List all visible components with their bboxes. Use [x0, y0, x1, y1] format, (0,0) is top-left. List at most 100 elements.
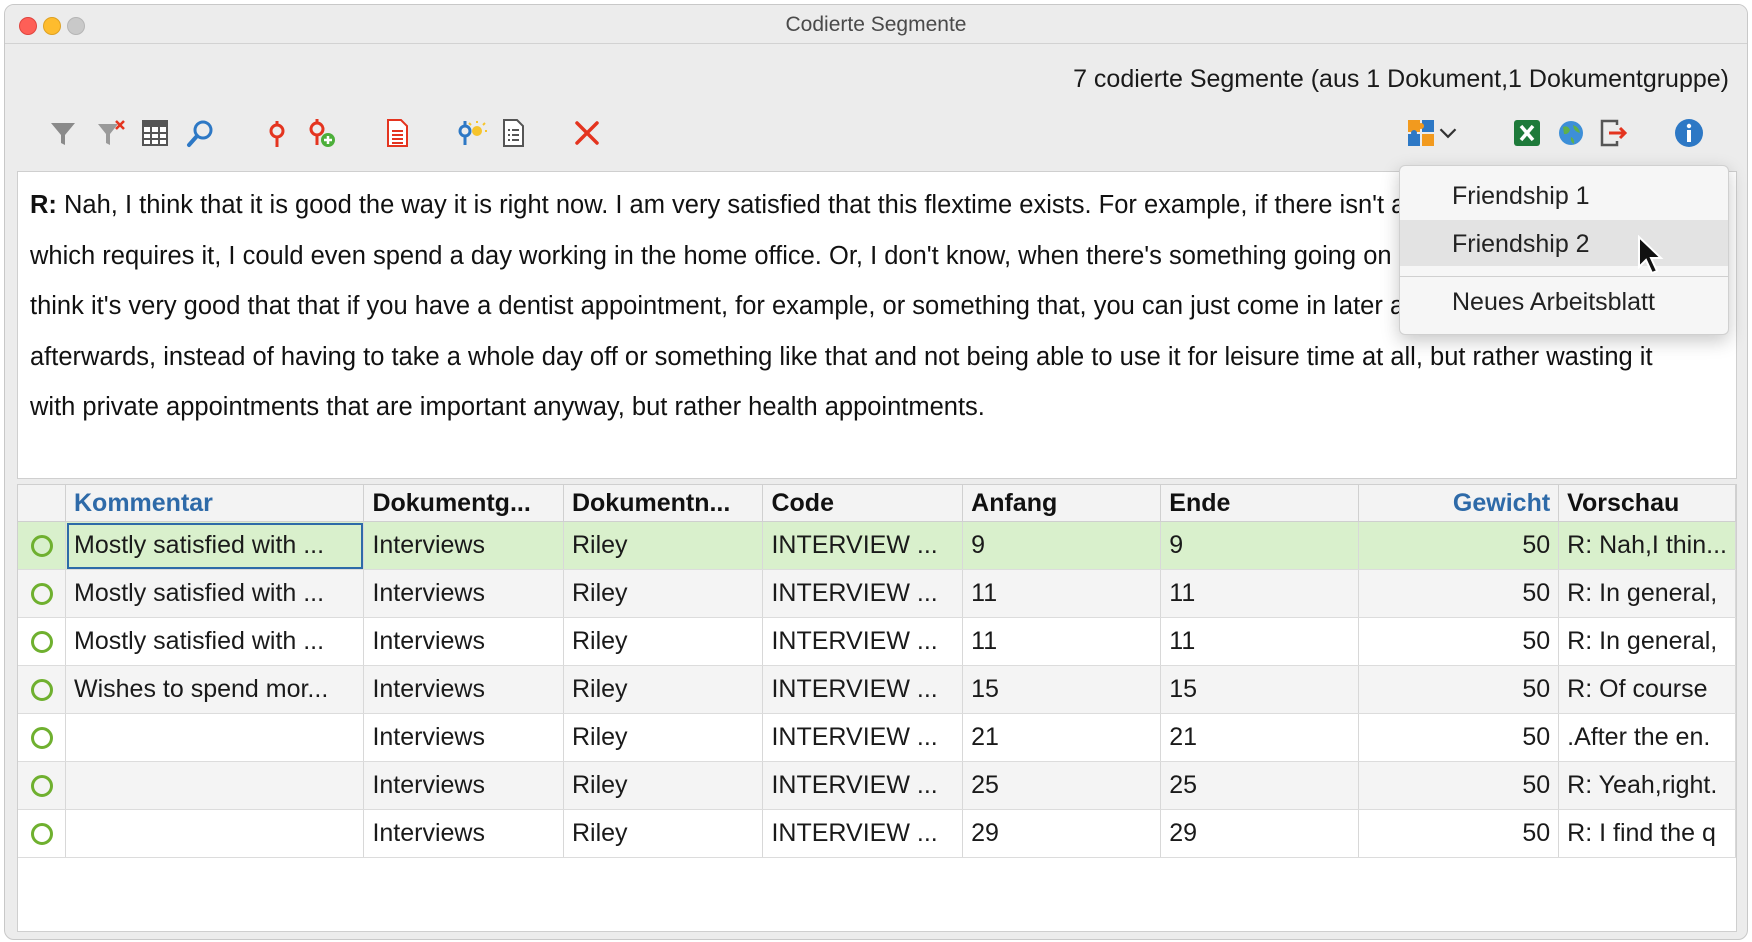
cell-document-group[interactable]: Interviews [363, 569, 564, 618]
table-row[interactable]: Interviews Riley INTERVIEW ... 25 25 50 R: Yea… [18, 761, 1736, 810]
cell-ende[interactable]: 25 [1160, 761, 1359, 810]
clear-filter-icon[interactable] [91, 113, 131, 153]
cell-gewicht[interactable]: 50 [1358, 713, 1560, 762]
cell-gewicht[interactable]: 50 [1358, 521, 1560, 570]
cell-vorschau[interactable]: R: Of course [1558, 665, 1736, 714]
column-header-kommentar[interactable]: Kommentar [65, 485, 365, 522]
table-row[interactable]: Interviews Riley INTERVIEW ... 29 29 50 R: I f… [18, 809, 1736, 858]
cell-kommentar[interactable] [65, 713, 365, 762]
menu-item-friendship-2[interactable]: Friendship 2 [1400, 220, 1728, 266]
cell-code[interactable]: INTERVIEW ... [762, 617, 964, 666]
cell-document-group[interactable]: Interviews [363, 617, 564, 666]
search-icon[interactable] [181, 113, 221, 153]
cell-document-name[interactable]: Riley [563, 761, 764, 810]
cell-ende[interactable]: 11 [1160, 617, 1359, 666]
column-header-document-group[interactable]: Dokumentg... [363, 485, 564, 522]
cell-code[interactable]: INTERVIEW ... [762, 569, 964, 618]
status-cell[interactable] [18, 617, 66, 666]
cell-kommentar[interactable]: Mostly satisfied with ... [65, 617, 365, 666]
cell-ende[interactable]: 11 [1160, 569, 1359, 618]
mouse-cursor-icon [1637, 234, 1667, 282]
globe-icon[interactable] [1551, 113, 1591, 153]
status-cell[interactable] [18, 809, 66, 858]
add-code-icon[interactable] [301, 113, 341, 153]
cell-document-name[interactable]: Riley [563, 809, 764, 858]
filter-icon[interactable] [43, 113, 83, 153]
cell-vorschau[interactable]: R: In general, [1558, 569, 1736, 618]
table-row[interactable]: Mostly satisfied with ... Interviews Riley… [18, 521, 1736, 570]
table-columns-icon[interactable] [135, 113, 175, 153]
worksheet-dropdown-button[interactable] [1401, 113, 1471, 153]
cell-gewicht[interactable]: 50 [1358, 617, 1560, 666]
cell-ende[interactable]: 15 [1160, 665, 1359, 714]
column-header-status[interactable] [18, 485, 66, 522]
cell-anfang[interactable]: 9 [962, 521, 1162, 570]
cell-anfang[interactable]: 15 [962, 665, 1162, 714]
cell-document-group[interactable]: Interviews [363, 809, 564, 858]
cell-document-name[interactable]: Riley [563, 617, 764, 666]
cell-ende[interactable]: 21 [1160, 713, 1359, 762]
cell-gewicht[interactable]: 50 [1358, 761, 1560, 810]
status-cell[interactable] [18, 665, 66, 714]
menu-item-new-worksheet[interactable]: Neues Arbeitsblatt [1400, 278, 1728, 324]
list-document-icon[interactable] [493, 113, 533, 153]
cell-document-name[interactable]: Riley [563, 521, 764, 570]
delete-icon[interactable] [567, 113, 607, 153]
cell-document-group[interactable]: Interviews [363, 521, 564, 570]
cell-kommentar[interactable] [65, 761, 365, 810]
cell-anfang[interactable]: 11 [962, 569, 1162, 618]
cell-anfang[interactable]: 25 [962, 761, 1162, 810]
cell-vorschau[interactable]: R: Yeah,right. [1558, 761, 1736, 810]
cell-document-name[interactable]: Riley [563, 569, 764, 618]
cell-document-name[interactable]: Riley [563, 713, 764, 762]
cell-ende[interactable]: 29 [1160, 809, 1359, 858]
column-header-vorschau[interactable]: Vorschau [1558, 485, 1736, 522]
cell-code[interactable]: INTERVIEW ... [762, 713, 964, 762]
menu-item-label: Neues Arbeitsblatt [1452, 288, 1655, 316]
cell-vorschau[interactable]: R: In general, [1558, 617, 1736, 666]
cell-kommentar[interactable]: Wishes to spend mor... [65, 665, 365, 714]
cell-anfang[interactable]: 21 [962, 713, 1162, 762]
cell-ende[interactable]: 9 [1160, 521, 1359, 570]
cell-kommentar[interactable] [65, 809, 365, 858]
cell-vorschau[interactable]: R: Nah,I thin... [1558, 521, 1736, 570]
cell-document-group[interactable]: Interviews [363, 665, 564, 714]
status-cell[interactable] [18, 713, 66, 762]
excel-icon[interactable] [1507, 113, 1547, 153]
column-header-gewicht[interactable]: Gewicht [1358, 485, 1560, 522]
table-row[interactable]: Interviews Riley INTERVIEW ... 21 21 50 .After… [18, 713, 1736, 762]
table-row[interactable]: Mostly satisfied with ... Interviews Riley… [18, 569, 1736, 618]
status-cell[interactable] [18, 521, 66, 570]
cell-kommentar[interactable]: Mostly satisfied with ... [65, 521, 365, 570]
table-row[interactable]: Mostly satisfied with ... Interviews Riley… [18, 617, 1736, 666]
cell-document-name[interactable]: Riley [563, 665, 764, 714]
cell-code[interactable]: INTERVIEW ... [762, 761, 964, 810]
cell-gewicht[interactable]: 50 [1358, 665, 1560, 714]
export-icon[interactable] [1593, 113, 1633, 153]
column-header-ende[interactable]: Ende [1160, 485, 1359, 522]
column-header-code[interactable]: Code [762, 485, 964, 522]
cell-code[interactable]: INTERVIEW ... [762, 665, 964, 714]
status-cell[interactable] [18, 569, 66, 618]
column-header-anfang[interactable]: Anfang [962, 485, 1162, 522]
cell-anfang[interactable]: 29 [962, 809, 1162, 858]
segment-status-icon [30, 631, 53, 654]
cell-document-group[interactable]: Interviews [363, 713, 564, 762]
document-icon[interactable] [377, 113, 417, 153]
cell-code[interactable]: INTERVIEW ... [762, 809, 964, 858]
column-header-document-name[interactable]: Dokumentn... [563, 485, 764, 522]
cell-gewicht[interactable]: 50 [1358, 569, 1560, 618]
cell-vorschau[interactable]: R: I find the q [1558, 809, 1736, 858]
menu-item-friendship-1[interactable]: Friendship 1 [1400, 172, 1728, 218]
cell-code[interactable]: INTERVIEW ... [762, 521, 964, 570]
code-pin-icon[interactable] [257, 113, 297, 153]
info-icon[interactable] [1669, 113, 1709, 153]
status-cell[interactable] [18, 761, 66, 810]
table-row[interactable]: Wishes to spend mor... Interviews Riley INT… [18, 665, 1736, 714]
cell-document-group[interactable]: Interviews [363, 761, 564, 810]
cell-vorschau[interactable]: .After the en. [1558, 713, 1736, 762]
cell-gewicht[interactable]: 50 [1358, 809, 1560, 858]
cell-kommentar[interactable]: Mostly satisfied with ... [65, 569, 365, 618]
cell-anfang[interactable]: 11 [962, 617, 1162, 666]
light-bulb-icon[interactable] [451, 113, 491, 153]
